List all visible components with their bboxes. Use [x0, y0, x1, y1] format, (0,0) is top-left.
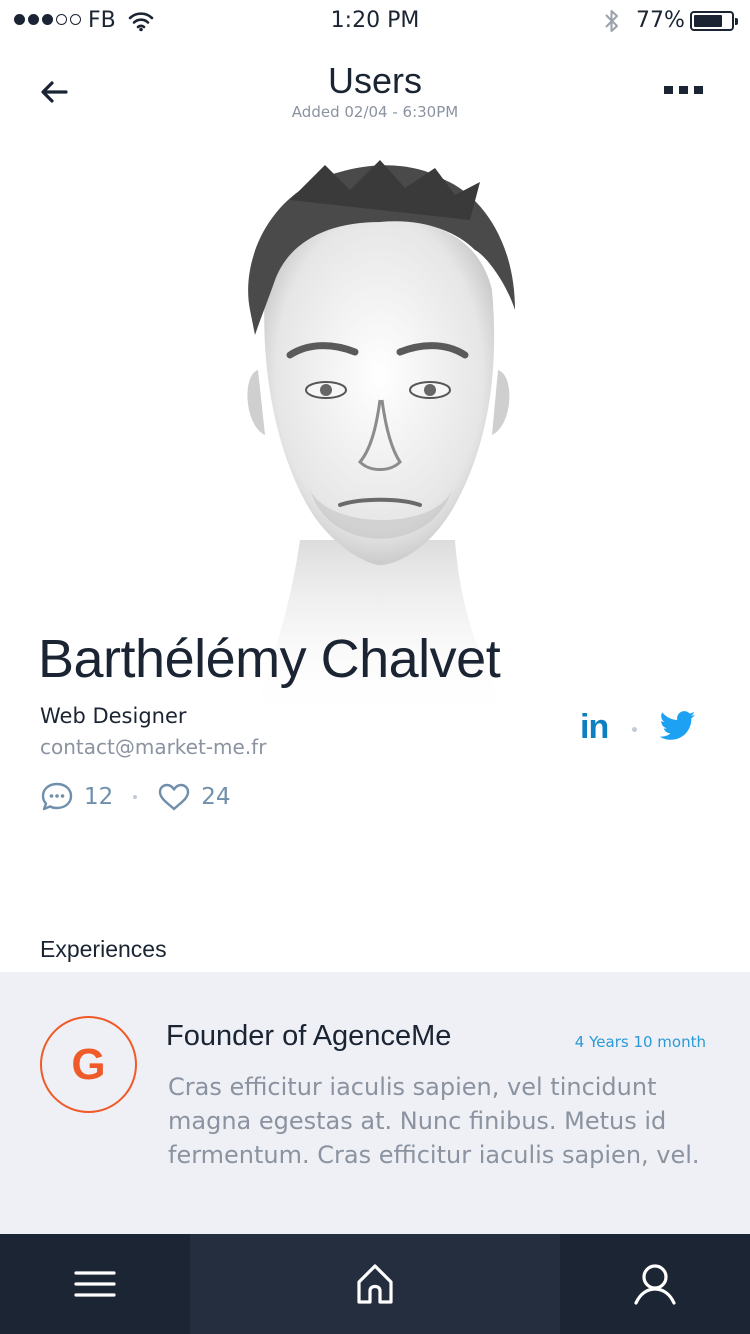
experiences-heading: Experiences	[40, 936, 167, 962]
linkedin-icon[interactable]: in	[580, 708, 609, 747]
battery-icon	[690, 11, 738, 31]
user-search-icon	[634, 1264, 676, 1305]
tab-home[interactable]	[190, 1234, 560, 1334]
stats-separator	[133, 795, 138, 799]
experience-title: Founder of AgenceMe	[166, 1020, 452, 1052]
more-dot-icon	[694, 86, 703, 94]
heart-icon[interactable]	[157, 782, 191, 812]
status-bar: FB 1:20 PM 77%	[0, 0, 750, 42]
experience-description: Cras efficitur iaculis sapien, vel tinci…	[168, 1073, 700, 1169]
comment-icon[interactable]	[40, 781, 74, 813]
page-subtitle: Added 02/04 - 6:30PM	[291, 103, 459, 121]
bottom-tab-bar	[0, 1234, 750, 1334]
user-email[interactable]: contact@market-me.fr	[40, 735, 266, 759]
social-separator	[632, 727, 637, 732]
more-dot-icon	[679, 86, 688, 94]
bluetooth-icon	[605, 10, 618, 32]
user-stats: 12 24	[40, 780, 231, 814]
user-name: Barthélémy Chalvet	[38, 629, 501, 689]
likes-count: 24	[201, 784, 231, 810]
experience-duration: 4 Years 10 month	[574, 1033, 706, 1051]
more-options-button[interactable]	[664, 86, 703, 94]
tab-menu[interactable]	[0, 1234, 190, 1334]
company-logo-letter: G	[71, 1039, 106, 1089]
battery-percent: 77%	[636, 8, 685, 33]
company-logo: G	[40, 1016, 137, 1113]
menu-icon	[74, 1271, 116, 1297]
tab-users[interactable]	[560, 1234, 750, 1334]
home-icon	[357, 1264, 393, 1304]
page-title: Users	[327, 60, 422, 101]
more-dot-icon	[664, 86, 673, 94]
user-role: Web Designer	[40, 704, 187, 728]
comments-count: 12	[84, 784, 114, 810]
twitter-icon[interactable]	[660, 711, 696, 741]
